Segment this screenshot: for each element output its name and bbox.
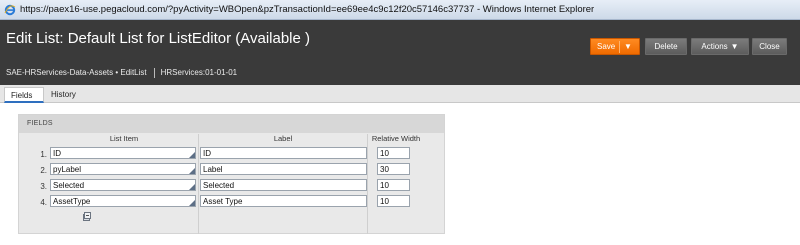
- fields-panel-title: FIELDS: [27, 120, 53, 127]
- list-item-input[interactable]: pyLabel: [50, 163, 196, 175]
- window-titlebar: https://paex16-use.pegacloud.com/?pyActi…: [0, 0, 800, 20]
- page-title: Edit List: Default List for ListEditor (…: [6, 30, 311, 47]
- list-item-value: AssetType: [53, 197, 91, 206]
- fields-panel: FIELDS List Item Label Relative Width 1.…: [18, 114, 445, 234]
- tab-bar: Fields History: [0, 85, 800, 103]
- column-header-list-item: List Item: [109, 134, 139, 143]
- column-header-relative-width: Relative Width: [371, 134, 421, 143]
- list-item-value: ID: [53, 149, 61, 158]
- label-input[interactable]: Selected: [200, 179, 367, 191]
- add-row-icon[interactable]: [83, 212, 91, 221]
- row-number: 1.: [40, 150, 47, 159]
- tab-fields[interactable]: Fields: [4, 87, 44, 103]
- list-item-input[interactable]: Selected: [50, 179, 196, 191]
- label-input[interactable]: Asset Type: [200, 195, 367, 207]
- save-button-label: Save: [597, 42, 616, 51]
- column-divider: [367, 134, 368, 234]
- breadcrumb-class: SAE-HRServices-Data-Assets • EditList: [6, 68, 147, 78]
- breadcrumb: SAE-HRServices-Data-Assets • EditList HRS…: [6, 68, 237, 78]
- ie-icon: [4, 4, 16, 16]
- list-item-input[interactable]: ID: [50, 147, 196, 159]
- smart-prompt-icon[interactable]: [189, 168, 195, 174]
- delete-button-label: Delete: [654, 42, 678, 51]
- save-split-divider: [619, 41, 620, 53]
- list-item-value: Selected: [53, 181, 85, 190]
- smart-prompt-icon[interactable]: [189, 152, 195, 158]
- actions-button[interactable]: Actions ▼: [691, 38, 749, 55]
- close-button-label: Close: [759, 42, 780, 51]
- smart-prompt-icon[interactable]: [189, 200, 195, 206]
- relative-width-input[interactable]: 10: [377, 195, 410, 207]
- list-item-value: pyLabel: [53, 165, 82, 174]
- row-number: 4.: [40, 198, 47, 207]
- row-number: 3.: [40, 182, 47, 191]
- actions-button-label: Actions: [701, 42, 728, 51]
- chevron-down-icon[interactable]: ▼: [624, 42, 632, 51]
- save-button[interactable]: Save ▼: [590, 38, 640, 55]
- row-number: 2.: [40, 166, 47, 175]
- column-header-label: Label: [273, 134, 293, 143]
- smart-prompt-icon[interactable]: [189, 184, 195, 190]
- relative-width-input[interactable]: 10: [377, 179, 410, 191]
- tab-history[interactable]: History: [45, 87, 87, 103]
- delete-button[interactable]: Delete: [645, 38, 687, 55]
- tab-fields-label: Fields: [11, 91, 33, 100]
- fields-panel-header: FIELDS: [19, 115, 444, 133]
- column-divider: [198, 134, 199, 234]
- label-input[interactable]: Label: [200, 163, 367, 175]
- relative-width-input[interactable]: 10: [377, 147, 410, 159]
- close-button[interactable]: Close: [752, 38, 787, 55]
- label-input[interactable]: ID: [200, 147, 367, 159]
- window-title: https://paex16-use.pegacloud.com/?pyActi…: [20, 4, 595, 15]
- relative-width-input[interactable]: 30: [377, 163, 410, 175]
- tab-history-label: History: [51, 90, 76, 99]
- breadcrumb-ruleset: HRServices:01-01-01: [160, 68, 238, 78]
- list-item-input[interactable]: AssetType: [50, 195, 196, 207]
- rule-header: Edit List: Default List for ListEditor (…: [0, 20, 800, 85]
- chevron-down-icon: ▼: [730, 42, 739, 51]
- breadcrumb-divider: [153, 68, 155, 78]
